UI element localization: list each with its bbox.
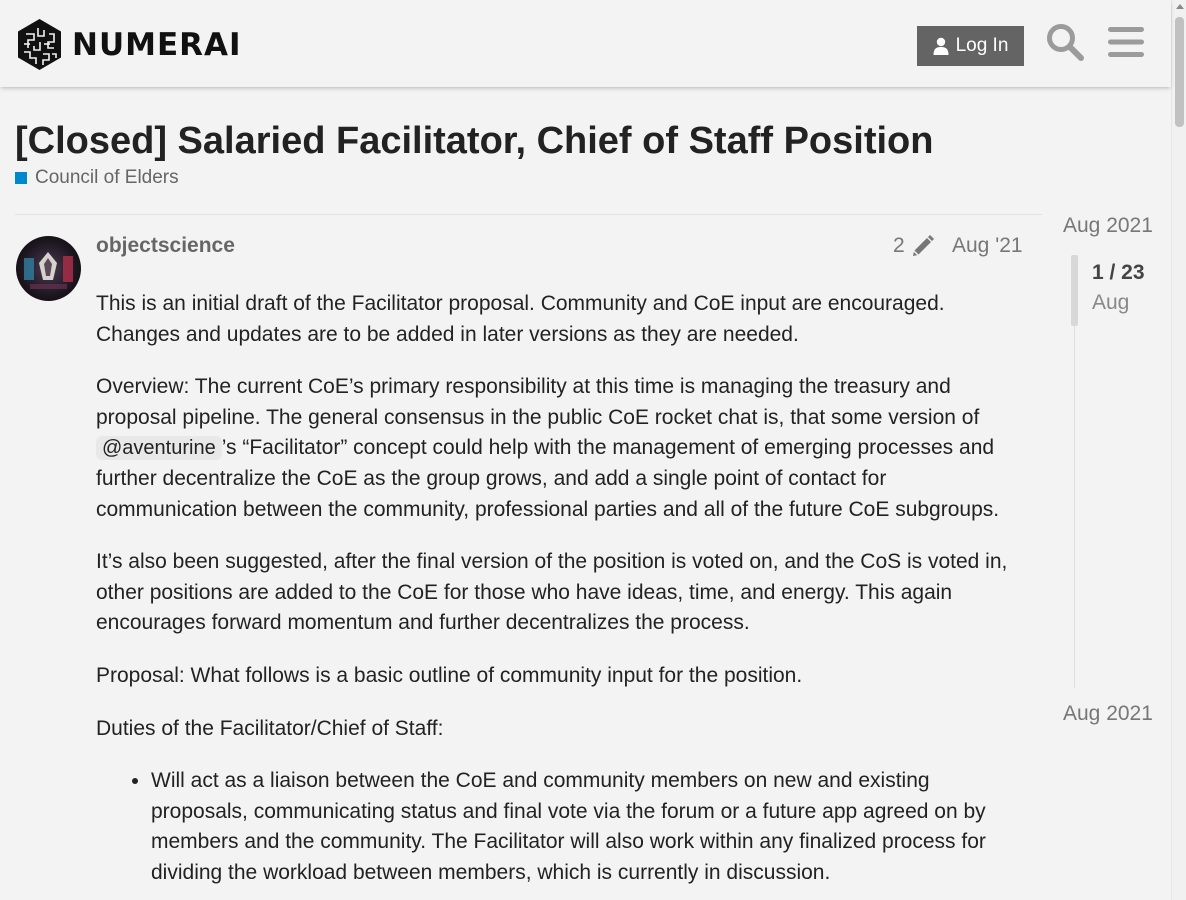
timeline-scroll-handle[interactable]: [1071, 255, 1078, 326]
topic-title[interactable]: [Closed] Salaried Facilitator, Chief of …: [15, 120, 933, 163]
login-button[interactable]: Log In: [917, 26, 1024, 66]
category-color-swatch: [15, 172, 27, 184]
paragraph-text: ’s “Facilitator” concept could help with…: [96, 436, 1000, 521]
timeline-end-date[interactable]: Aug 2021: [1063, 702, 1153, 726]
post-username[interactable]: objectscience: [96, 234, 235, 258]
user-icon: [933, 37, 949, 55]
menu-button[interactable]: [1104, 20, 1148, 64]
post-paragraph: Proposal: What follows is a basic outlin…: [96, 663, 803, 687]
paragraph-text: Overview: The current CoE’s primary resp…: [96, 375, 980, 429]
avatar[interactable]: [16, 236, 81, 301]
post-paragraph: This is an initial draft of the Facilita…: [96, 292, 945, 346]
login-label: Log In: [955, 35, 1009, 56]
scroll-up-arrow-icon[interactable]: [1176, 4, 1184, 9]
hamburger-menu-icon: [1108, 27, 1144, 57]
post-paragraph: Duties of the Facilitator/Chief of Staff…: [96, 716, 444, 740]
avatar-image: [16, 236, 81, 301]
category-label: Council of Elders: [35, 167, 179, 188]
page-scrollbar[interactable]: [1171, 0, 1186, 900]
edit-count: 2: [893, 234, 905, 257]
site-header: NUMERAI Log In: [0, 0, 1171, 87]
post-paragraph: Overview: The current CoE’s primary resp…: [96, 372, 1031, 525]
search-icon: [1047, 24, 1084, 61]
brand-name: NUMERAI: [72, 26, 242, 63]
timeline-position: 1 / 23: [1092, 261, 1145, 284]
timeline-month: Aug: [1092, 291, 1130, 314]
list-item: Will act as a liaison between the CoE an…: [151, 766, 1031, 888]
category-link[interactable]: Council of Elders: [15, 167, 179, 189]
pencil-icon: [912, 235, 934, 256]
user-mention[interactable]: @aventurine: [96, 436, 222, 461]
numerai-logo-icon: [18, 19, 61, 70]
site-logo[interactable]: NUMERAI: [16, 18, 242, 71]
post-paragraph: It’s also been suggested, after the fina…: [96, 550, 1008, 635]
search-button[interactable]: [1043, 20, 1087, 64]
duties-list: Will act as a liaison between the CoE an…: [151, 766, 1031, 888]
timeline-start-date[interactable]: Aug 2021: [1063, 214, 1153, 238]
post-date[interactable]: Aug '21: [952, 234, 1023, 258]
topic-divider: [15, 214, 1042, 215]
post-body: This is an initial draft of the Facilita…: [96, 289, 1031, 899]
post-edit-history[interactable]: 2: [893, 234, 936, 258]
scrollbar-thumb[interactable]: [1175, 17, 1184, 127]
